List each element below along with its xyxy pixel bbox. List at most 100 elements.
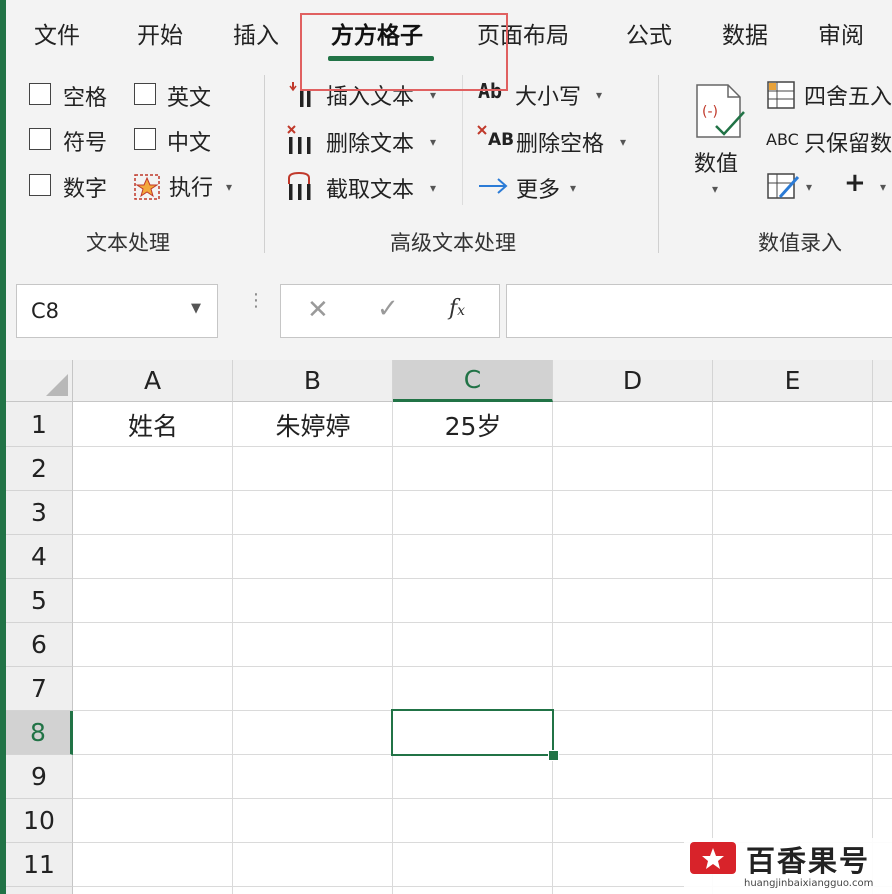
keep-numbers-icon: ABC — [766, 130, 799, 149]
watermark: 百香果号 huangjinbaixiangguo.com — [684, 838, 892, 894]
tab-review[interactable]: 审阅 — [818, 16, 864, 50]
grid-line — [73, 622, 892, 623]
grid-line — [392, 402, 393, 894]
case-label: 大小写 — [515, 85, 582, 110]
subgroup-separator — [462, 75, 463, 205]
checkbox-number[interactable] — [29, 174, 51, 196]
watermark-name: 百香果号 — [746, 844, 871, 878]
row-header-3[interactable]: 3 — [6, 491, 73, 535]
edit-format-button[interactable]: ▾ — [766, 170, 822, 202]
row-header-11[interactable]: 11 — [6, 843, 73, 887]
row-header-6[interactable]: 6 — [6, 623, 73, 667]
delete-space-button[interactable]: AB 删除空格 ▾ — [476, 124, 636, 157]
select-all-triangle-icon — [46, 374, 68, 396]
plus-icon: + — [844, 168, 866, 198]
tab-data[interactable]: 数据 — [722, 16, 768, 50]
tab-file[interactable]: 文件 — [34, 16, 80, 50]
more-label: 更多 — [516, 178, 561, 203]
cell-a1[interactable]: 姓名 — [73, 402, 233, 447]
delete-space-icon: AB — [488, 130, 515, 150]
delete-text-button[interactable]: 删除文本 ▾ — [286, 124, 456, 157]
row-header-8[interactable]: 8 — [6, 711, 73, 755]
add-button[interactable]: + ▾ — [838, 168, 892, 202]
vertical-dots-icon[interactable]: ⋮ — [247, 292, 265, 310]
checkbox-english-label: 英文 — [167, 86, 212, 111]
grid-line — [73, 534, 892, 535]
row-header-partial[interactable] — [6, 887, 73, 894]
row-header-4[interactable]: 4 — [6, 535, 73, 579]
column-header-b[interactable]: B — [233, 360, 393, 402]
tab-formulas[interactable]: 公式 — [626, 16, 672, 50]
enter-check-icon[interactable]: ✓ — [377, 294, 399, 324]
row-header-5[interactable]: 5 — [6, 579, 73, 623]
delete-space-label: 删除空格 — [516, 132, 605, 157]
delete-space-x-icon — [477, 125, 487, 135]
grid-line — [73, 490, 892, 491]
svg-text:(-): (-) — [702, 104, 718, 120]
keep-numbers-label: 只保留数 — [804, 132, 892, 157]
extract-text-caret-icon: ▾ — [430, 181, 437, 195]
selected-cell-c8[interactable] — [391, 709, 554, 756]
tab-home[interactable]: 开始 — [137, 16, 183, 50]
checkbox-chinese[interactable] — [134, 128, 156, 150]
grid-line — [712, 402, 713, 894]
grid-line — [872, 402, 873, 894]
grid-line — [73, 666, 892, 667]
column-header-d[interactable]: D — [553, 360, 713, 402]
checkbox-chinese-label: 中文 — [167, 131, 212, 156]
name-box-dropdown-icon[interactable]: ▼ — [191, 301, 201, 316]
group-label-advanced-text: 高级文本处理 — [390, 231, 516, 255]
more-caret-icon: ▾ — [570, 181, 577, 195]
cell-b1[interactable]: 朱婷婷 — [233, 402, 393, 447]
select-all-button[interactable] — [6, 360, 73, 402]
formula-buttons: ✕ ✓ fx — [280, 284, 500, 338]
row-header-1[interactable]: 1 — [6, 402, 73, 447]
keep-numbers-button[interactable]: ABC 只保留数 — [766, 124, 892, 157]
checkbox-symbol[interactable] — [29, 128, 51, 150]
cancel-icon[interactable]: ✕ — [307, 295, 329, 325]
name-box[interactable]: C8 ▼ — [16, 284, 218, 338]
row-header-2[interactable]: 2 — [6, 447, 73, 491]
insert-function-icon[interactable]: fx — [449, 296, 465, 321]
formula-input[interactable] — [506, 284, 892, 338]
grid-line — [552, 402, 553, 894]
extract-text-button[interactable]: 截取文本 ▾ — [286, 170, 456, 203]
checkbox-space-label: 空格 — [63, 86, 108, 111]
round-button[interactable]: 四舍五入 — [766, 79, 892, 111]
checkbox-english[interactable] — [134, 83, 156, 105]
delete-text-caret-icon: ▾ — [430, 135, 437, 149]
column-header-e[interactable]: E — [713, 360, 873, 402]
more-button[interactable]: 更多 ▾ — [478, 170, 588, 203]
execute-label: 执行 — [169, 176, 214, 201]
delete-text-label: 删除文本 — [326, 132, 415, 157]
tab-insert[interactable]: 插入 — [233, 16, 279, 50]
group-label-numeric-entry: 数值录入 — [758, 231, 842, 255]
checkbox-symbol-label: 符号 — [63, 131, 108, 156]
delete-text-icon — [287, 125, 311, 154]
extract-text-icon — [288, 171, 311, 200]
group-label-text: 文本处理 — [86, 231, 170, 255]
fill-handle[interactable] — [548, 750, 559, 761]
column-header-partial[interactable] — [873, 360, 892, 402]
column-header-a[interactable]: A — [73, 360, 233, 402]
numeric-doc-icon: (-) — [696, 84, 745, 138]
row-header-7[interactable]: 7 — [6, 667, 73, 711]
extract-text-label: 截取文本 — [326, 178, 415, 203]
group-separator — [658, 75, 659, 253]
name-box-value: C8 — [31, 299, 60, 323]
numeric-button[interactable]: (-) 数值 ▾ — [688, 76, 750, 202]
round-icon — [767, 81, 795, 109]
group-separator — [264, 75, 265, 253]
cell-c1[interactable]: 25岁 — [393, 402, 553, 447]
execute-caret-icon: ▾ — [226, 180, 233, 194]
execute-icon — [134, 174, 160, 200]
table-edit-icon — [767, 173, 800, 199]
delete-space-caret-icon: ▾ — [620, 135, 627, 149]
column-header-c[interactable]: C — [393, 360, 553, 402]
round-label: 四舍五入 — [804, 85, 892, 110]
watermark-logo-icon — [690, 842, 736, 874]
arrow-right-icon — [479, 178, 508, 194]
row-header-10[interactable]: 10 — [6, 799, 73, 843]
checkbox-space[interactable] — [29, 83, 51, 105]
row-header-9[interactable]: 9 — [6, 755, 73, 799]
